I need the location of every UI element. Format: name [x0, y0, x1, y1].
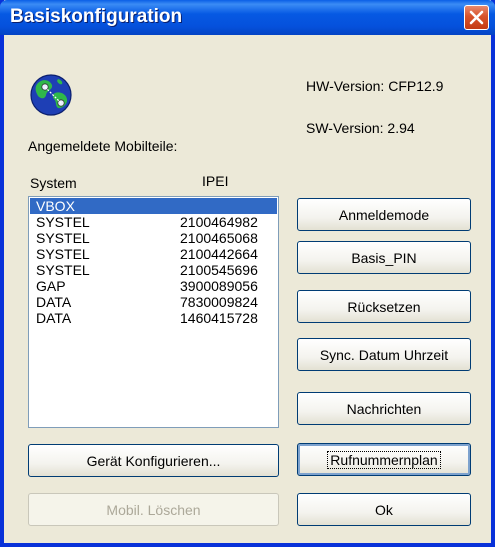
list-item[interactable]: SYSTEL 2100464982: [30, 214, 277, 230]
column-header-system: System: [30, 175, 77, 191]
globe-icon: [30, 74, 72, 116]
close-icon: [469, 10, 484, 25]
hw-version-label: HW-Version: CFP12.9: [306, 78, 444, 94]
anmeldemode-button[interactable]: Anmeldemode: [297, 198, 471, 231]
close-button[interactable]: [464, 5, 489, 30]
nachrichten-button[interactable]: Nachrichten: [297, 392, 471, 425]
title-bar[interactable]: Basiskonfiguration: [0, 0, 495, 35]
list-item[interactable]: DATA 1460415728: [30, 310, 277, 326]
registered-handsets-label: Angemeldete Mobilteile:: [28, 138, 178, 154]
mobil-loeschen-button[interactable]: Mobil. Löschen: [28, 493, 279, 526]
ok-button[interactable]: Ok: [297, 493, 471, 526]
basiskonfiguration-dialog: Basiskonfiguration HW-Version: CFP12.9 S…: [0, 0, 495, 547]
geraet-konfigurieren-button[interactable]: Gerät Konfigurieren...: [28, 444, 279, 477]
sw-version-label: SW-Version: 2.94: [306, 120, 415, 136]
rufnummernplan-button[interactable]: Rufnummernplan: [297, 443, 471, 476]
list-item[interactable]: VBOX: [30, 198, 277, 214]
list-item[interactable]: SYSTEL 2100545696: [30, 262, 277, 278]
list-item[interactable]: GAP 3900089056: [30, 278, 277, 294]
handset-list[interactable]: VBOX SYSTEL 2100464982 SYSTEL 2100465068 S…: [28, 196, 279, 428]
column-header-ipei: IPEI: [202, 173, 229, 189]
list-item[interactable]: DATA 7830009824: [30, 294, 277, 310]
sync-datum-uhrzeit-button[interactable]: Sync. Datum Uhrzeit: [297, 338, 471, 371]
window-title: Basiskonfiguration: [10, 6, 183, 27]
list-item[interactable]: SYSTEL 2100442664: [30, 246, 277, 262]
list-item[interactable]: SYSTEL 2100465068: [30, 230, 277, 246]
ruecksetzen-button[interactable]: Rücksetzen: [297, 290, 471, 323]
basis-pin-button[interactable]: Basis_PIN: [297, 241, 471, 274]
